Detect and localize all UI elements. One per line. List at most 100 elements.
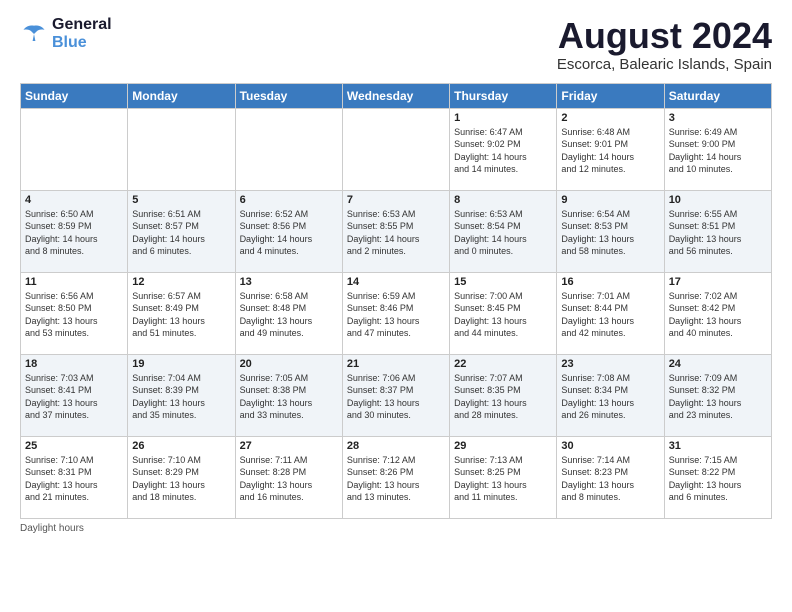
week-row-3: 18 Sunrise: 7:03 AM Sunset: 8:41 PM Dayli… [21, 354, 772, 436]
cell-info: Sunrise: 6:55 AM Sunset: 8:51 PM Dayligh… [669, 208, 767, 258]
day-number: 3 [669, 112, 767, 124]
cell-info: Sunrise: 7:12 AM Sunset: 8:26 PM Dayligh… [347, 454, 445, 504]
header-row: Sunday Monday Tuesday Wednesday Thursday… [21, 83, 772, 108]
day-number: 7 [347, 194, 445, 206]
logo-text: General Blue [52, 16, 112, 52]
title-area: August 2024 Escorca, Balearic Islands, S… [557, 16, 772, 73]
cell-2-2: 13 Sunrise: 6:58 AM Sunset: 8:48 PM Dayli… [235, 272, 342, 354]
cell-info: Sunrise: 6:59 AM Sunset: 8:46 PM Dayligh… [347, 290, 445, 340]
cell-info: Sunrise: 6:56 AM Sunset: 8:50 PM Dayligh… [25, 290, 123, 340]
col-tuesday: Tuesday [235, 83, 342, 108]
day-number: 28 [347, 440, 445, 452]
week-row-1: 4 Sunrise: 6:50 AM Sunset: 8:59 PM Daylig… [21, 190, 772, 272]
day-number: 31 [669, 440, 767, 452]
cell-4-1: 26 Sunrise: 7:10 AM Sunset: 8:29 PM Dayli… [128, 436, 235, 518]
cell-1-4: 8 Sunrise: 6:53 AM Sunset: 8:54 PM Daylig… [450, 190, 557, 272]
cell-info: Sunrise: 7:05 AM Sunset: 8:38 PM Dayligh… [240, 372, 338, 422]
cell-info: Sunrise: 6:57 AM Sunset: 8:49 PM Dayligh… [132, 290, 230, 340]
cell-info: Sunrise: 7:00 AM Sunset: 8:45 PM Dayligh… [454, 290, 552, 340]
day-number: 18 [25, 358, 123, 370]
cell-3-4: 22Sunrise: 7:07 AM Sunset: 8:35 PM Dayli… [450, 354, 557, 436]
cell-info: Sunrise: 7:14 AM Sunset: 8:23 PM Dayligh… [561, 454, 659, 504]
cell-info: Sunrise: 7:08 AM Sunset: 8:34 PM Dayligh… [561, 372, 659, 422]
cell-info: Sunrise: 6:53 AM Sunset: 8:54 PM Dayligh… [454, 208, 552, 258]
cell-2-1: 12Sunrise: 6:57 AM Sunset: 8:49 PM Dayli… [128, 272, 235, 354]
cell-1-5: 9 Sunrise: 6:54 AM Sunset: 8:53 PM Daylig… [557, 190, 664, 272]
cell-0-6: 3 Sunrise: 6:49 AM Sunset: 9:00 PM Daylig… [664, 108, 771, 190]
cell-info: Sunrise: 7:10 AM Sunset: 8:31 PM Dayligh… [25, 454, 123, 504]
cell-4-6: 31Sunrise: 7:15 AM Sunset: 8:22 PM Dayli… [664, 436, 771, 518]
cell-1-6: 10 Sunrise: 6:55 AM Sunset: 8:51 PM Dayli… [664, 190, 771, 272]
cell-info: Sunrise: 7:02 AM Sunset: 8:42 PM Dayligh… [669, 290, 767, 340]
day-number: 23 [561, 358, 659, 370]
cell-0-5: 2Sunrise: 6:48 AM Sunset: 9:01 PM Daylig… [557, 108, 664, 190]
col-thursday: Thursday [450, 83, 557, 108]
day-number: 8 [454, 194, 552, 206]
week-row-4: 25Sunrise: 7:10 AM Sunset: 8:31 PM Dayli… [21, 436, 772, 518]
col-monday: Monday [128, 83, 235, 108]
cell-info: Sunrise: 6:52 AM Sunset: 8:56 PM Dayligh… [240, 208, 338, 258]
cell-info: Sunrise: 7:04 AM Sunset: 8:39 PM Dayligh… [132, 372, 230, 422]
day-number: 17 [669, 276, 767, 288]
day-number: 10 [669, 194, 767, 206]
cell-info: Sunrise: 6:49 AM Sunset: 9:00 PM Dayligh… [669, 126, 767, 176]
day-number: 29 [454, 440, 552, 452]
cell-0-3 [342, 108, 449, 190]
cell-2-4: 15Sunrise: 7:00 AM Sunset: 8:45 PM Dayli… [450, 272, 557, 354]
day-number: 19 [132, 358, 230, 370]
cell-1-2: 6 Sunrise: 6:52 AM Sunset: 8:56 PM Daylig… [235, 190, 342, 272]
cell-2-5: 16 Sunrise: 7:01 AM Sunset: 8:44 PM Dayli… [557, 272, 664, 354]
cell-3-2: 20Sunrise: 7:05 AM Sunset: 8:38 PM Dayli… [235, 354, 342, 436]
day-number: 26 [132, 440, 230, 452]
col-saturday: Saturday [664, 83, 771, 108]
day-number: 9 [561, 194, 659, 206]
cell-0-4: 1 Sunrise: 6:47 AM Sunset: 9:02 PM Daylig… [450, 108, 557, 190]
cell-3-6: 24Sunrise: 7:09 AM Sunset: 8:32 PM Dayli… [664, 354, 771, 436]
col-friday: Friday [557, 83, 664, 108]
cell-info: Sunrise: 7:10 AM Sunset: 8:29 PM Dayligh… [132, 454, 230, 504]
cell-0-2 [235, 108, 342, 190]
month-title: August 2024 [557, 16, 772, 56]
cell-4-2: 27 Sunrise: 7:11 AM Sunset: 8:28 PM Dayli… [235, 436, 342, 518]
day-number: 16 [561, 276, 659, 288]
cell-info: Sunrise: 7:13 AM Sunset: 8:25 PM Dayligh… [454, 454, 552, 504]
page: General Blue August 2024 Escorca, Balear… [0, 0, 792, 544]
cell-info: Sunrise: 7:01 AM Sunset: 8:44 PM Dayligh… [561, 290, 659, 340]
cell-0-1 [128, 108, 235, 190]
cell-4-5: 30 Sunrise: 7:14 AM Sunset: 8:23 PM Dayli… [557, 436, 664, 518]
day-number: 11 [25, 276, 123, 288]
cell-info: Sunrise: 7:03 AM Sunset: 8:41 PM Dayligh… [25, 372, 123, 422]
calendar-table: Sunday Monday Tuesday Wednesday Thursday… [20, 83, 772, 519]
day-number: 21 [347, 358, 445, 370]
day-number: 4 [25, 194, 123, 206]
day-number: 13 [240, 276, 338, 288]
day-number: 1 [454, 112, 552, 124]
logo: General Blue [20, 16, 112, 52]
day-number: 2 [561, 112, 659, 124]
cell-info: Sunrise: 7:07 AM Sunset: 8:35 PM Dayligh… [454, 372, 552, 422]
cell-1-3: 7 Sunrise: 6:53 AM Sunset: 8:55 PM Daylig… [342, 190, 449, 272]
cell-4-3: 28 Sunrise: 7:12 AM Sunset: 8:26 PM Dayli… [342, 436, 449, 518]
logo-icon [20, 20, 48, 48]
cell-info: Sunrise: 6:54 AM Sunset: 8:53 PM Dayligh… [561, 208, 659, 258]
col-sunday: Sunday [21, 83, 128, 108]
day-number: 6 [240, 194, 338, 206]
footer-text: Daylight hours [20, 523, 84, 534]
cell-1-0: 4 Sunrise: 6:50 AM Sunset: 8:59 PM Daylig… [21, 190, 128, 272]
cell-info: Sunrise: 6:50 AM Sunset: 8:59 PM Dayligh… [25, 208, 123, 258]
cell-2-0: 11 Sunrise: 6:56 AM Sunset: 8:50 PM Dayli… [21, 272, 128, 354]
day-number: 27 [240, 440, 338, 452]
footer-note: Daylight hours [20, 523, 772, 534]
cell-info: Sunrise: 6:47 AM Sunset: 9:02 PM Dayligh… [454, 126, 552, 176]
cell-info: Sunrise: 6:58 AM Sunset: 8:48 PM Dayligh… [240, 290, 338, 340]
day-number: 5 [132, 194, 230, 206]
cell-3-0: 18 Sunrise: 7:03 AM Sunset: 8:41 PM Dayli… [21, 354, 128, 436]
day-number: 30 [561, 440, 659, 452]
cell-info: Sunrise: 6:51 AM Sunset: 8:57 PM Dayligh… [132, 208, 230, 258]
day-number: 24 [669, 358, 767, 370]
cell-1-1: 5 Sunrise: 6:51 AM Sunset: 8:57 PM Daylig… [128, 190, 235, 272]
cell-2-3: 14 Sunrise: 6:59 AM Sunset: 8:46 PM Dayli… [342, 272, 449, 354]
day-number: 14 [347, 276, 445, 288]
cell-info: Sunrise: 7:11 AM Sunset: 8:28 PM Dayligh… [240, 454, 338, 504]
cell-info: Sunrise: 6:53 AM Sunset: 8:55 PM Dayligh… [347, 208, 445, 258]
